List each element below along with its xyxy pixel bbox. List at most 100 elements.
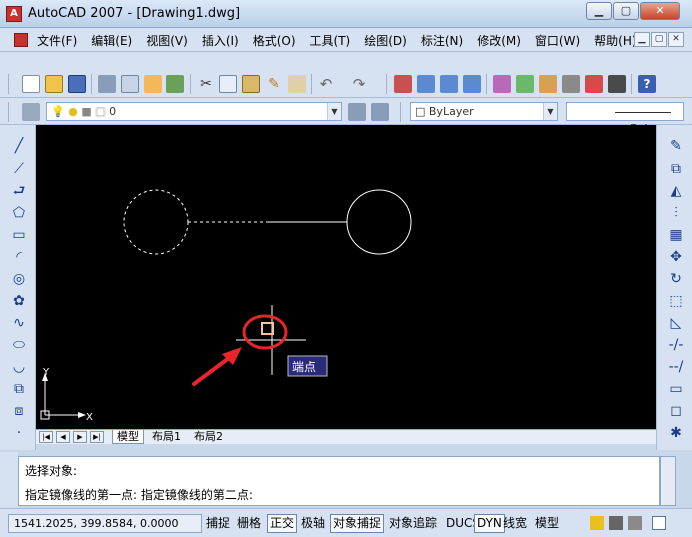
command-prompt-line[interactable]: 指定镜像线的第一点: 指定镜像线的第二点: <box>25 486 253 503</box>
menu-item[interactable]: 格式(O) <box>253 32 302 49</box>
paste-icon[interactable] <box>242 75 260 93</box>
erase-icon[interactable]: ✎ <box>667 137 685 155</box>
zoom-previous-icon[interactable] <box>463 75 481 93</box>
help-icon[interactable]: ? <box>638 75 656 93</box>
block-editor-icon[interactable] <box>288 75 306 93</box>
layer-dropdown[interactable]: 💡 ● ■ □ 0 ▼ <box>46 102 342 121</box>
trim-icon[interactable]: -/- <box>667 336 685 354</box>
zoom-realtime-icon[interactable] <box>417 75 435 93</box>
make-layer-current-icon[interactable] <box>348 103 366 121</box>
spline-icon[interactable]: ∿ <box>10 314 28 332</box>
autocad-logo-icon[interactable]: A <box>6 6 22 22</box>
last-tab-button[interactable]: ▶| <box>90 431 104 443</box>
tab-model[interactable]: 模型 <box>112 430 144 444</box>
calculator-icon[interactable] <box>608 75 626 93</box>
break-icon[interactable]: ▭ <box>667 380 685 398</box>
status-toggle-button[interactable]: 对象捕捉 <box>330 514 385 533</box>
chevron-down-icon[interactable]: ▼ <box>543 103 557 120</box>
menu-item[interactable]: 插入(I) <box>202 32 245 49</box>
command-scrollbar[interactable] <box>660 456 676 506</box>
coordinate-display[interactable]: 1541.2025, 399.8584, 0.0000 <box>8 514 202 533</box>
sheet-set-icon[interactable] <box>562 75 580 93</box>
document-icon[interactable] <box>14 33 28 47</box>
color-dropdown[interactable]: □ ByLayer ▼ <box>410 102 558 121</box>
status-toggle-button[interactable]: 模型 <box>532 514 562 533</box>
zoom-window-icon[interactable] <box>440 75 458 93</box>
match-properties-icon[interactable]: ✎ <box>265 75 283 93</box>
ellipse-arc-icon[interactable]: ◡ <box>10 358 28 376</box>
layer-previous-icon[interactable] <box>371 103 389 121</box>
array-icon[interactable]: ▦ <box>667 226 685 244</box>
tab-layout2[interactable]: 布局2 <box>190 430 227 444</box>
arc-icon[interactable]: ◜ <box>10 248 28 266</box>
tab-layout1[interactable]: 布局1 <box>148 430 185 444</box>
join-icon[interactable]: ◻ <box>667 402 685 420</box>
polygon-icon[interactable]: ⬠ <box>10 204 28 222</box>
menu-item[interactable]: 编辑(E) <box>91 32 138 49</box>
menu-item[interactable]: 修改(M) <box>477 32 527 49</box>
lock-toolbar-icon[interactable] <box>609 516 623 530</box>
revision-cloud-icon[interactable]: ✿ <box>10 292 28 310</box>
design-center-icon[interactable] <box>516 75 534 93</box>
close-button[interactable]: ✕ <box>640 2 680 20</box>
status-toggle-button[interactable]: 栅格 <box>234 514 264 533</box>
new-file-icon[interactable] <box>22 75 40 93</box>
status-toggle-button[interactable]: 对象追踪 <box>386 514 440 533</box>
circle-icon[interactable]: ◎ <box>10 270 28 288</box>
status-tray-icon[interactable] <box>628 516 642 530</box>
first-tab-button[interactable]: |◀ <box>39 431 53 443</box>
stretch-icon[interactable]: ◺ <box>667 314 685 332</box>
copy-icon[interactable] <box>219 75 237 93</box>
undo-icon[interactable]: ↶ <box>317 75 335 93</box>
extend-icon[interactable]: --/ <box>667 358 685 376</box>
status-toggle-button[interactable]: 正交 <box>267 514 298 533</box>
clean-screen-icon[interactable] <box>652 516 666 530</box>
print-icon[interactable] <box>98 75 116 93</box>
menu-item[interactable]: 窗口(W) <box>535 32 586 49</box>
drawing-canvas[interactable]: 端点 Y X <box>36 125 656 429</box>
restore-button[interactable]: ▢ <box>613 2 639 20</box>
mdi-close-button[interactable]: ✕ <box>668 32 684 47</box>
menu-item[interactable]: 视图(V) <box>146 32 194 49</box>
mdi-minimize-button[interactable]: ▁ <box>634 32 650 47</box>
point-icon[interactable]: · <box>10 424 28 442</box>
prev-tab-button[interactable]: ◀ <box>56 431 70 443</box>
print-preview-icon[interactable] <box>121 75 139 93</box>
selected-circle[interactable] <box>123 189 189 255</box>
construction-line-icon[interactable]: ⟋ <box>10 160 28 178</box>
menu-item[interactable]: 文件(F) <box>37 32 83 49</box>
web-publish-icon[interactable] <box>166 75 184 93</box>
publish-icon[interactable] <box>144 75 162 93</box>
properties-icon[interactable] <box>493 75 511 93</box>
save-icon[interactable] <box>68 75 86 93</box>
tool-palettes-icon[interactable] <box>539 75 557 93</box>
command-window-grip[interactable] <box>0 452 18 508</box>
copy-object-icon[interactable]: ⧉ <box>667 160 685 178</box>
ellipse-icon[interactable]: ⬭ <box>10 336 28 354</box>
markup-icon[interactable] <box>585 75 603 93</box>
status-toggle-button[interactable]: 极轴 <box>298 514 328 533</box>
menu-item[interactable]: 工具(T) <box>310 32 357 49</box>
polyline-icon[interactable]: ⮐ <box>10 182 28 200</box>
next-tab-button[interactable]: ▶ <box>73 431 87 443</box>
communication-center-icon[interactable] <box>590 516 604 530</box>
redo-icon[interactable]: ↷ <box>350 75 368 93</box>
status-toggle-button[interactable]: 捕捉 <box>203 514 233 533</box>
pan-icon[interactable] <box>394 75 412 93</box>
line-icon[interactable]: ╱ <box>10 137 28 155</box>
menu-item[interactable]: 标注(N) <box>421 32 469 49</box>
cut-icon[interactable]: ✂ <box>197 75 215 93</box>
status-toggle-button[interactable]: 线宽 <box>500 514 530 533</box>
open-file-icon[interactable] <box>45 75 63 93</box>
layer-manager-icon[interactable] <box>22 103 40 121</box>
mirror-icon[interactable]: ◭ <box>667 182 685 200</box>
offset-icon[interactable]: ⫶ <box>667 204 685 222</box>
explode-icon[interactable]: ✱ <box>667 424 685 442</box>
make-block-icon[interactable]: ⧈ <box>10 402 28 420</box>
chevron-down-icon[interactable]: ▼ <box>327 103 341 120</box>
rectangle-icon[interactable]: ▭ <box>10 226 28 244</box>
minimize-button[interactable]: ▁ <box>586 2 612 20</box>
scale-icon[interactable]: ⬚ <box>667 292 685 310</box>
menu-item[interactable]: 绘图(D) <box>364 32 413 49</box>
rotate-icon[interactable]: ↻ <box>667 270 685 288</box>
